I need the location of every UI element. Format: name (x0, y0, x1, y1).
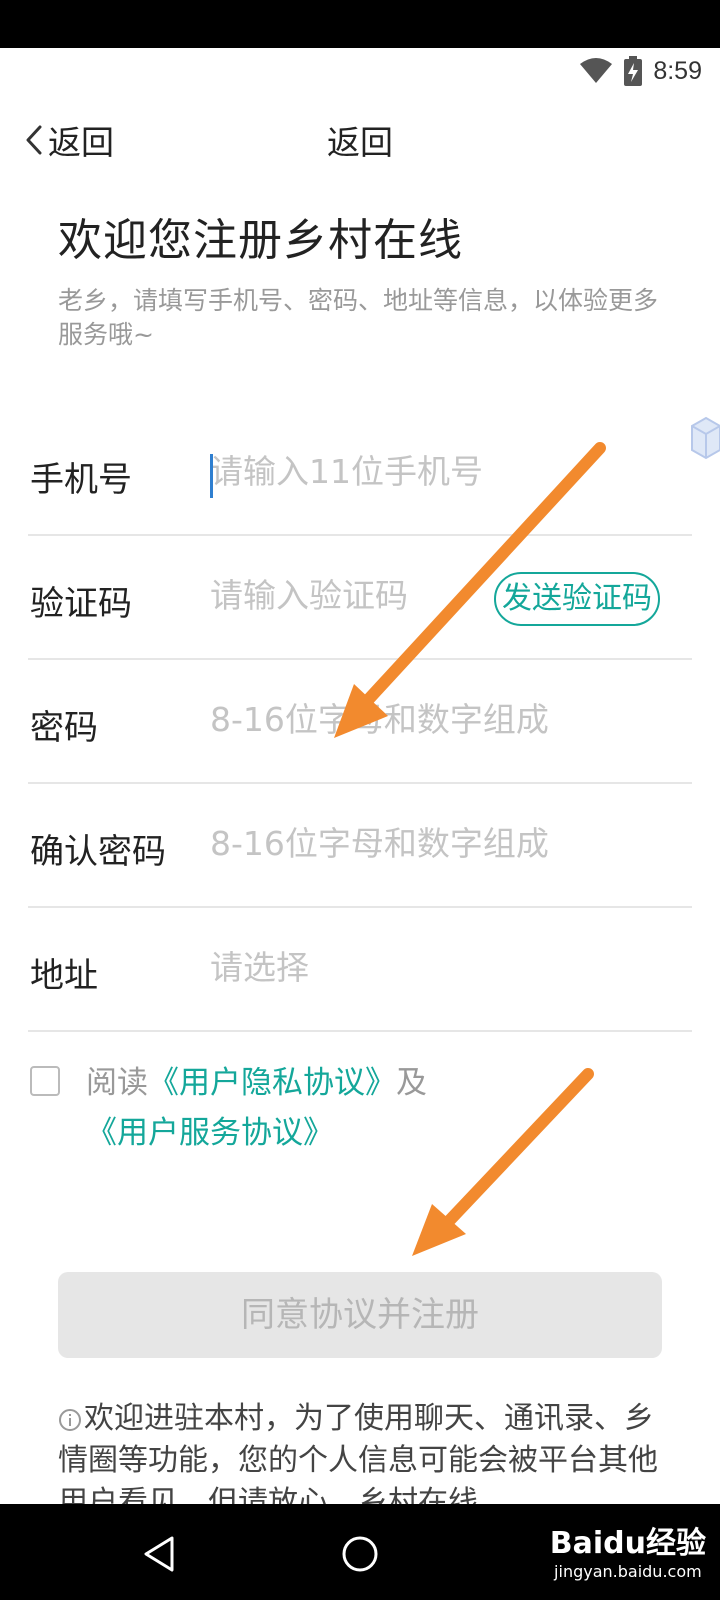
privacy-policy-link[interactable]: 《用户隐私协议》 (148, 1065, 396, 1101)
password-input[interactable] (210, 700, 670, 739)
agreement-checkbox[interactable] (30, 1066, 60, 1096)
status-icons: 8:59 (579, 56, 702, 86)
phone-label: 手机号 (30, 460, 132, 500)
welcome-title: 欢迎您注册乡村在线 (58, 215, 463, 266)
password-label: 密码 (30, 708, 98, 748)
code-row: 验证码 发送验证码 (28, 536, 692, 660)
address-label: 地址 (30, 956, 98, 996)
confirm-password-input[interactable] (210, 824, 670, 863)
watermark: Baidu经验 jingyan.baidu.com (550, 1518, 706, 1581)
notice-text: 欢迎进驻本村，为了使用聊天、通讯录、乡情圈等功能，您的个人信息可能会被平台其他用… (58, 1401, 658, 1504)
address-row[interactable]: 地址 (28, 908, 692, 1032)
agreement-prefix: 阅读 (86, 1065, 148, 1101)
phone-input[interactable] (210, 452, 670, 491)
nav-back-triangle-icon[interactable] (140, 1534, 180, 1574)
top-black-bar (0, 0, 720, 48)
nav-home-circle-icon[interactable] (340, 1534, 380, 1574)
address-select[interactable] (210, 948, 670, 987)
password-row: 密码 (28, 660, 692, 784)
agreement-text: 阅读《用户隐私协议》及《用户服务协议》 (86, 1058, 666, 1158)
status-time: 8:59 (653, 56, 702, 85)
text-cursor (210, 454, 213, 498)
confirm-password-label: 确认密码 (30, 832, 166, 872)
watermark-title: Baidu经验 (549, 1526, 706, 1561)
code-input[interactable] (210, 576, 480, 615)
system-nav-bar: Baidu经验 jingyan.baidu.com (0, 1504, 720, 1600)
watermark-url: jingyan.baidu.com (554, 1562, 702, 1581)
agreement-and: 及 (396, 1065, 427, 1101)
wifi-icon (580, 58, 613, 83)
floating-cube-icon[interactable] (680, 414, 720, 464)
page-title: 返回 (327, 123, 393, 162)
privacy-notice: 欢迎进驻本村，为了使用聊天、通讯录、乡情圈等功能，您的个人信息可能会被平台其他用… (58, 1398, 668, 1504)
register-form: 手机号 验证码 发送验证码 密码 确认密码 地址 (28, 412, 692, 1032)
phone-row: 手机号 (28, 412, 692, 536)
confirm-password-row: 确认密码 (28, 784, 692, 908)
register-button[interactable]: 同意协议并注册 (58, 1272, 662, 1358)
status-bar: 8:59 (0, 48, 720, 98)
send-code-button[interactable]: 发送验证码 (494, 572, 660, 626)
code-label: 验证码 (30, 584, 132, 624)
header: 返回 返回 (0, 110, 720, 170)
service-agreement-link[interactable]: 《用户服务协议》 (86, 1115, 334, 1151)
info-icon (59, 1408, 81, 1431)
battery-charging-icon (624, 56, 643, 86)
welcome-subtitle: 老乡，请填写手机号、密码、地址等信息，以体验更多服务哦~ (58, 286, 659, 349)
